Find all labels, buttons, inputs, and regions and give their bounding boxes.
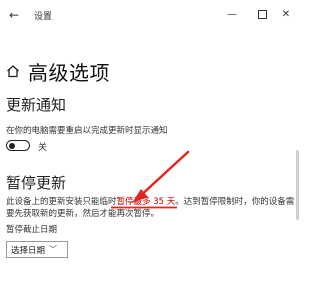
maximize-icon [257,9,267,19]
update-notify-description: 在你的电脑需要重启以完成更新时显示通知 [6,126,168,136]
pause-date-dropdown[interactable]: 选择日期 ﹀ [6,241,68,258]
annotation-underline [111,206,177,209]
pause-until-label: 暂停截止日期 [6,225,58,235]
pause-description-part1: 此设备上的更新安装只能临时 [6,197,117,207]
home-icon [7,65,19,78]
maximize-button[interactable] [252,6,272,24]
back-button[interactable]: ← [6,8,22,22]
section-title-update-notify: 更新通知 [6,96,67,114]
update-notify-toggle[interactable] [6,140,30,151]
scrollbar[interactable] [296,150,299,220]
minimize-button[interactable]: — [222,6,242,24]
title-bar: ← 设置 — ✕ [0,0,300,30]
toggle-state-label: 关 [38,143,48,153]
window-title: 设置 [34,12,53,22]
toggle-knob [9,142,15,149]
page-title: 高级选项 [28,60,110,85]
chevron-down-icon: ﹀ [49,245,58,254]
close-button[interactable]: ✕ [276,6,296,24]
section-title-pause-updates: 暂停更新 [6,174,67,192]
dropdown-value: 选择日期 [11,245,46,256]
page-header: 高级选项 [6,58,110,85]
annotation-arrow [132,150,190,203]
